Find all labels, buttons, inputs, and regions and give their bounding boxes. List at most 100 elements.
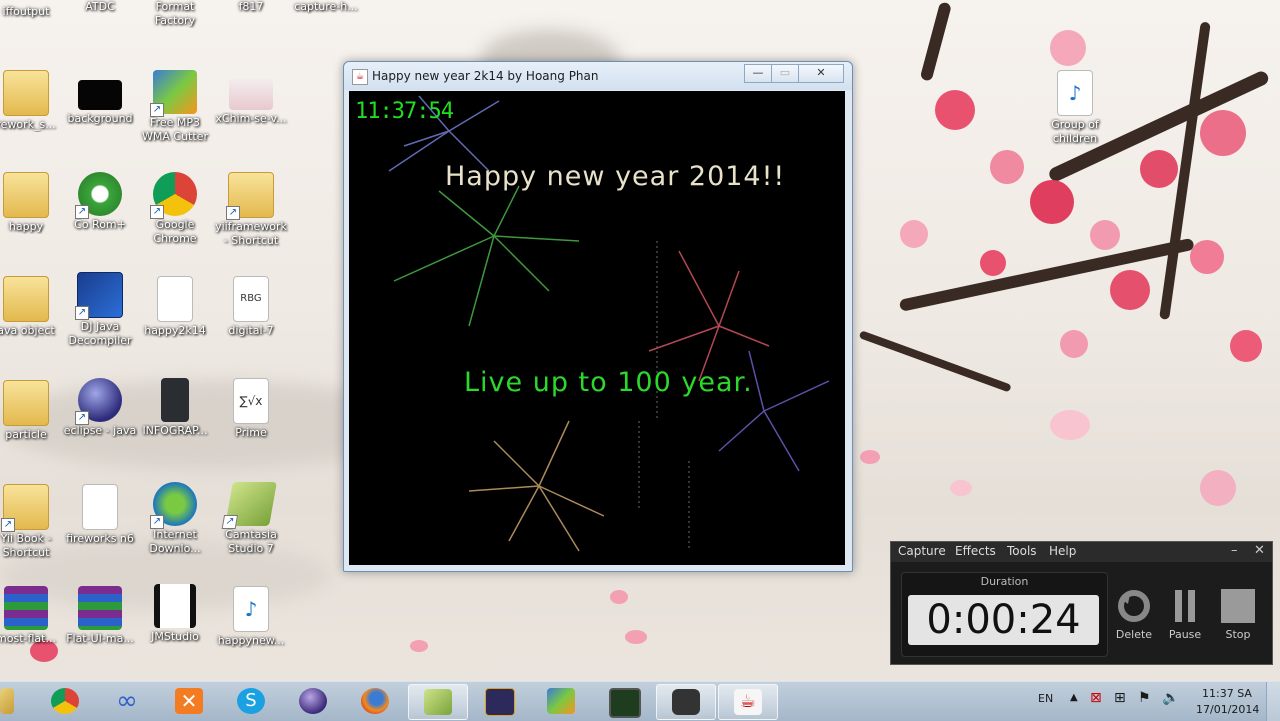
firework-burst-green (393, 185, 580, 327)
taskbar-firefox[interactable] (346, 684, 404, 718)
desktop-icon-label: happynew... (217, 634, 285, 647)
minimize-button[interactable]: — (744, 64, 772, 83)
blossom (1090, 220, 1120, 250)
menu-help[interactable]: Help (1049, 544, 1076, 558)
shortcut-arrow-icon: ↗ (150, 515, 164, 529)
fireworks-app-window[interactable]: ☕ Happy new year 2k14 by Hoang Phan — ▭ … (343, 61, 853, 572)
clock-date[interactable]: 17/01/2014 (1196, 703, 1259, 716)
desktop-icon-shortcut[interactable]: ↗ Camtasia Studio 7 (213, 482, 289, 556)
menu-tools[interactable]: Tools (1007, 544, 1037, 558)
desktop-icon-archive[interactable]: most-flat... (0, 586, 64, 646)
desktop-icon-folder[interactable]: ATDC (62, 0, 138, 14)
desktop-icon-label: rework_s... (0, 118, 56, 131)
desktop-icon-folder[interactable]: iffoutput (0, 0, 64, 19)
taskbar-app-infinity[interactable]: ∞ (98, 684, 156, 718)
image-thumbnail-icon (161, 378, 189, 422)
desktop-icon-image[interactable]: xChim-se-v... (213, 70, 289, 126)
winrar-archive-icon (78, 586, 122, 630)
close-button[interactable]: ✕ (798, 64, 844, 83)
desktop-icon-file[interactable]: ♪ Group of children (1037, 70, 1113, 146)
blossom-branch (919, 1, 952, 82)
show-desktop-button[interactable] (1266, 682, 1280, 721)
desktop-icon-folder[interactable]: ava object (0, 276, 64, 338)
action-center-icon[interactable]: ⚑ (1138, 690, 1151, 706)
desktop-icon-file[interactable]: fireworks n6 (62, 484, 138, 546)
taskbar-mp3-cutter[interactable] (532, 684, 590, 718)
network-warning-icon[interactable]: ⊠ (1090, 690, 1102, 706)
internet-download-manager-icon: ↗ (150, 482, 197, 529)
petal (860, 450, 880, 464)
desktop-icon-shortcut[interactable]: ↗ Internet Downlo... (137, 482, 213, 556)
device-icon[interactable]: ⊞ (1114, 690, 1126, 706)
taskbar-camtasia[interactable] (408, 684, 468, 720)
desktop-icon-label: yiiframework - Shortcut (215, 220, 287, 247)
volume-icon[interactable]: 🔈 (1162, 690, 1179, 706)
desktop-icon-shortcut[interactable]: ↗ yiiframework - Shortcut (213, 172, 289, 248)
desktop-icon-shortcut[interactable]: ↗ Yii Book - Shortcut (0, 484, 64, 560)
desktop-icon-shortcut[interactable]: Format Factory (137, 0, 213, 28)
java-file-icon (82, 484, 118, 530)
taskbar-eclipse[interactable] (284, 684, 342, 718)
taskbar-recorder[interactable] (656, 684, 716, 720)
pause-button[interactable]: Pause (1162, 588, 1208, 641)
desktop-icon-file[interactable]: f817 (213, 0, 289, 14)
taskbar-monitor[interactable] (594, 684, 652, 718)
desktop-icon-archive[interactable]: Flat-UI-ma... (62, 586, 138, 646)
monitor-icon (609, 688, 641, 718)
stop-label: Stop (1225, 628, 1251, 641)
blossom-branch (898, 237, 1195, 312)
desktop-icon-shortcut[interactable]: ↗ Free MP3 WMA Cutter (137, 70, 213, 144)
menu-capture[interactable]: Capture (898, 544, 946, 558)
shortcut-arrow-icon: ↗ (75, 205, 89, 219)
window-titlebar[interactable]: ☕ Happy new year 2k14 by Hoang Phan — ▭ … (344, 62, 852, 90)
desktop-icon-folder[interactable]: rework_s... (0, 70, 64, 132)
recorder-panel[interactable]: Capture Effects Tools Help – ✕ Duration … (890, 541, 1273, 665)
desktop-icon-shortcut[interactable]: ↗ DJ Java Decompiler (62, 272, 138, 348)
desktop-icon-image[interactable]: background (62, 70, 138, 126)
mp3-cutter-icon: ↗ (150, 70, 197, 117)
delete-button[interactable]: Delete (1111, 588, 1157, 641)
shortcut-arrow-icon: ↗ (150, 103, 164, 117)
stop-button[interactable]: Stop (1215, 588, 1261, 641)
desktop-icon-file[interactable]: ∑√x Prime (213, 378, 289, 440)
taskbar-skype[interactable]: S (222, 684, 280, 718)
fireworks-canvas: 11:37:54 Happy new year 2014!! Live up t… (349, 91, 845, 565)
desktop-icon-label: Group of children (1051, 118, 1099, 145)
desktop-icon-label: ava object (0, 324, 55, 337)
mp3-file-icon: ♪ (1057, 70, 1093, 116)
desktop-icon-image[interactable]: INFOGRAP... (137, 378, 213, 438)
desktop-icon-shortcut[interactable]: JMStudio (137, 584, 213, 644)
taskbar-java-ee-ide[interactable] (470, 684, 528, 718)
blossom (1200, 110, 1246, 156)
desktop-icon-label: ATDC (85, 0, 115, 13)
recorder-close-button[interactable]: ✕ (1254, 543, 1265, 558)
taskbar-xampp[interactable]: ✕ (160, 684, 218, 718)
show-hidden-icons-icon[interactable]: ▲ (1070, 692, 1078, 703)
desktop-icon-shortcut[interactable]: ↗ eclipse - java (62, 378, 138, 438)
clock-time[interactable]: 11:37 SA (1202, 687, 1252, 700)
desktop-icon-folder[interactable]: particle (0, 380, 64, 442)
taskbar-chrome[interactable] (36, 684, 94, 718)
desktop-icon-shortcut[interactable]: ↗ Google Chrome (137, 172, 213, 246)
desktop-icon-folder[interactable]: happy (0, 172, 64, 234)
desktop-icon-file[interactable]: RBG digital-7 (213, 276, 289, 338)
recorder-minimize-button[interactable]: – (1231, 543, 1238, 558)
language-indicator[interactable]: EN (1038, 692, 1053, 705)
pause-icon (1167, 588, 1203, 624)
desktop-icon-label: DJ Java Decompiler (68, 320, 132, 347)
desktop-icon-label: iffoutput (2, 5, 50, 18)
start-button[interactable] (0, 684, 18, 718)
java-app-icon: ☕ (352, 69, 368, 85)
desktop-icon-file[interactable]: happy2k14 (137, 276, 213, 338)
desktop-icon-shortcut[interactable]: ↗ Co Rom+ (62, 172, 138, 232)
blossom-branch (858, 330, 1012, 393)
desktop-icon-file[interactable]: ♪ happynew... (213, 586, 289, 648)
desktop-icon-label: Flat-UI-ma... (66, 632, 134, 645)
desktop-icon-file[interactable]: capture-h... (288, 0, 364, 14)
taskbar-java-app[interactable]: ☕ (718, 684, 778, 720)
mp3-file-icon: ♪ (233, 586, 269, 632)
menu-effects[interactable]: Effects (955, 544, 996, 558)
font-file-icon: RBG (233, 276, 269, 322)
maximize-button[interactable]: ▭ (771, 64, 799, 83)
desktop-icon-label: happy2k14 (144, 324, 206, 337)
